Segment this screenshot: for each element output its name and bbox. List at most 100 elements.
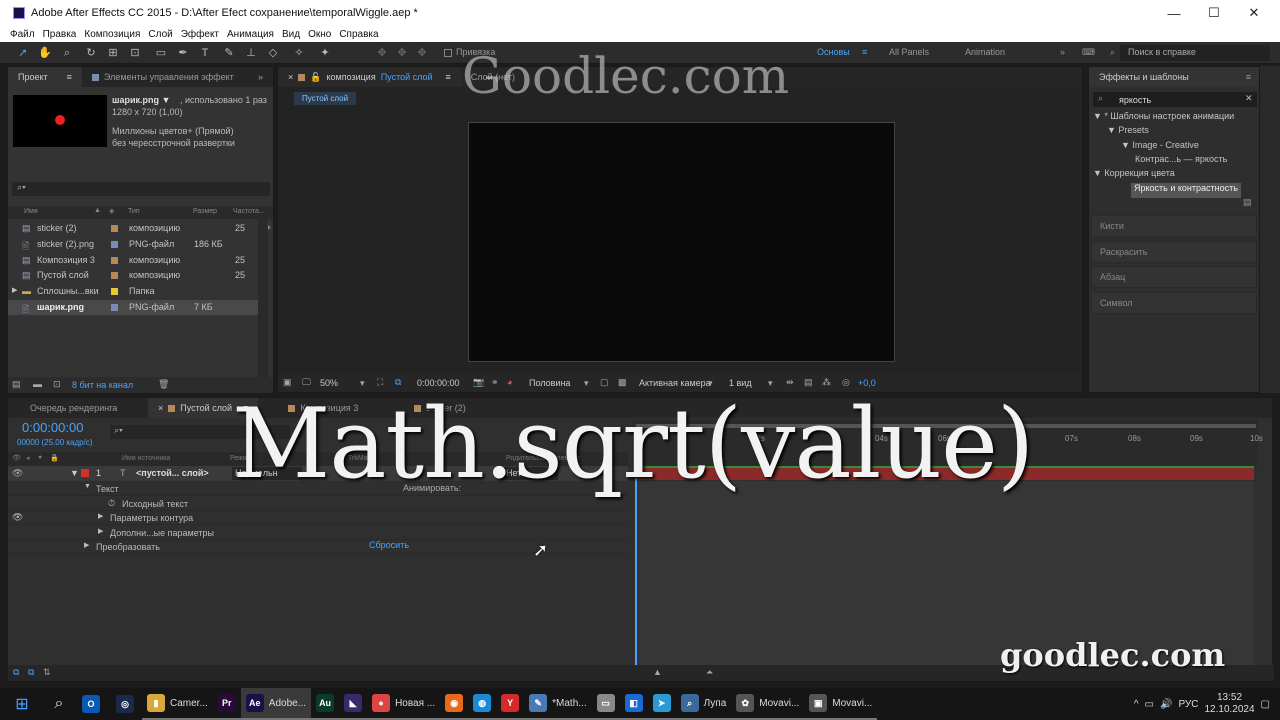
- puppet-tool-icon[interactable]: ✦: [318, 46, 332, 60]
- toggle-switches-icon[interactable]: ⧉: [13, 667, 19, 678]
- axis-local-icon[interactable]: ✥: [375, 46, 389, 60]
- close-tab-icon[interactable]: ×: [288, 72, 293, 82]
- resolution-select[interactable]: Половина: [529, 378, 570, 388]
- tab-effect-controls[interactable]: Элементы управления эффект: [82, 67, 244, 87]
- interpret-footage-icon[interactable]: ▤: [12, 379, 21, 390]
- project-row[interactable]: 🖹 шарик.png PNG-файл 7 КБ: [8, 300, 258, 315]
- clone-tool-icon[interactable]: ⊥: [244, 46, 258, 60]
- taskbar-app[interactable]: Au: [311, 688, 340, 720]
- label-color[interactable]: [111, 288, 118, 296]
- label-color[interactable]: [111, 240, 118, 248]
- taskbar-app[interactable]: ▣ Movavi...: [804, 688, 878, 720]
- col-size[interactable]: Размер: [193, 208, 217, 215]
- workspace-overflow-icon[interactable]: »: [1060, 47, 1065, 57]
- effects-tree-item[interactable]: ▼ Image - Creative: [1121, 140, 1199, 155]
- col-source-name[interactable]: Имя источника: [122, 455, 170, 462]
- snap-checkbox[interactable]: [444, 49, 452, 57]
- menu-animation[interactable]: Анимация: [227, 29, 274, 40]
- project-row[interactable]: ▤ sticker (2) композицию 25: [8, 221, 258, 236]
- collapsed-panel[interactable]: Символ: [1091, 291, 1257, 314]
- tab-effects-presets[interactable]: Эффекты и шаблоны: [1089, 67, 1199, 87]
- bit-depth-label[interactable]: 8 бит на канал: [72, 380, 133, 390]
- effects-tree-item[interactable]: ▼ * Шаблоны настроек анимации: [1093, 111, 1234, 126]
- views-select[interactable]: 1 вид: [729, 378, 752, 388]
- steam-icon[interactable]: ◎: [108, 688, 142, 720]
- outlook-icon[interactable]: O: [74, 688, 108, 720]
- audio-col-icon[interactable]: ◂: [26, 454, 30, 462]
- layer-label-color[interactable]: [81, 469, 89, 477]
- project-row[interactable]: 🖹 sticker (2).png PNG-файл 186 КБ: [8, 237, 258, 252]
- tray-expand-icon[interactable]: ^: [1134, 699, 1139, 710]
- video-col-icon[interactable]: 👁: [12, 454, 21, 462]
- new-comp-icon[interactable]: ⊡: [53, 379, 61, 390]
- col-type[interactable]: Тип: [128, 208, 140, 215]
- taskbar-app[interactable]: ◣: [339, 688, 368, 720]
- taskbar-app[interactable]: ✎ *Math...: [524, 688, 592, 720]
- panel-menu-icon[interactable]: ≡: [67, 72, 72, 82]
- tab-project[interactable]: Проект ≡: [8, 67, 82, 87]
- menu-composition[interactable]: Композиция: [84, 29, 140, 40]
- layer-property-row[interactable]: ▶ Дополни...ые параметры: [8, 526, 628, 540]
- tab-composition[interactable]: × 🔓 композиция Пустой слой ≡: [278, 67, 461, 87]
- new-folder-icon[interactable]: ▬: [33, 379, 42, 389]
- property-visibility-icon[interactable]: 👁: [12, 512, 23, 523]
- sort-icon[interactable]: ▲: [94, 207, 101, 214]
- expand-arrow-icon[interactable]: ▶: [12, 286, 17, 294]
- transparency-grid-icon[interactable]: ▩: [618, 377, 627, 388]
- start-button-icon[interactable]: ⊞: [0, 688, 44, 720]
- exposure-value[interactable]: +0,0: [858, 378, 876, 388]
- comp-time[interactable]: 0:00:00:00: [417, 378, 460, 388]
- comp-viewer-canvas[interactable]: [468, 122, 895, 362]
- collapsed-panel[interactable]: Раскрасить: [1091, 240, 1257, 263]
- project-search-input[interactable]: ⌕▾: [12, 182, 270, 196]
- reset-exposure-icon[interactable]: ◎: [842, 377, 850, 388]
- network-icon[interactable]: ▭: [1145, 699, 1154, 710]
- workspace-essentials[interactable]: Основы: [817, 47, 850, 57]
- twirl-icon[interactable]: ▶: [84, 541, 89, 549]
- collapsed-panel[interactable]: Абзац: [1091, 266, 1257, 288]
- search-icon[interactable]: ⌕: [44, 688, 74, 720]
- menu-view[interactable]: Вид: [282, 29, 300, 40]
- taskbar-app[interactable]: Ae Adobe...: [240, 688, 312, 720]
- toggle-modes-icon[interactable]: ⧉: [28, 667, 34, 678]
- eraser-tool-icon[interactable]: ◇: [266, 46, 280, 60]
- rectangle-tool-icon[interactable]: ▭: [154, 46, 168, 60]
- always-preview-icon[interactable]: ▣: [283, 377, 292, 388]
- color-channel-icon[interactable]: ◕: [507, 377, 512, 387]
- fit-icon[interactable]: ⛶: [377, 377, 383, 388]
- project-row[interactable]: ▶ ▬ Сплошны...вки Папка: [8, 284, 258, 299]
- taskbar-app[interactable]: Y: [496, 688, 525, 720]
- menu-edit[interactable]: Правка: [43, 29, 77, 40]
- monitor-icon[interactable]: 🖵: [302, 377, 311, 388]
- layer-twirl-icon[interactable]: ▼: [70, 468, 79, 478]
- show-snapshot-icon[interactable]: ⚭: [491, 377, 499, 388]
- label-color[interactable]: [111, 256, 118, 264]
- project-row[interactable]: ▤ Композиция 3 композицию 25: [8, 253, 258, 268]
- selection-tool-icon[interactable]: ➚: [16, 46, 30, 60]
- timeline-icon[interactable]: ▤: [804, 377, 813, 388]
- layer-property-row[interactable]: 👁 ▶ Параметры контура: [8, 511, 628, 525]
- comp-menu-icon[interactable]: ≡: [446, 72, 451, 82]
- panel-overflow-icon[interactable]: »: [248, 67, 273, 87]
- col-name[interactable]: Имя: [24, 208, 38, 215]
- zoom-tool-icon[interactable]: ⌕: [60, 46, 74, 60]
- twirl-icon[interactable]: ▶: [98, 512, 103, 520]
- menu-window[interactable]: Окно: [308, 29, 331, 40]
- item-name[interactable]: шарик.png ▼: [112, 95, 170, 105]
- effects-menu-icon[interactable]: ≡: [1246, 72, 1251, 82]
- roto-brush-tool-icon[interactable]: ✧: [292, 46, 306, 60]
- effects-tree-item[interactable]: Контрас...ь — яркость: [1135, 154, 1227, 169]
- type-tool-icon[interactable]: T: [198, 46, 212, 60]
- camera-tool-icon[interactable]: ⊞: [106, 46, 120, 60]
- new-preset-icon[interactable]: ▤: [1243, 197, 1252, 208]
- lock-col-icon[interactable]: 🔒: [50, 454, 59, 462]
- workspace-animation[interactable]: Animation: [965, 47, 1005, 57]
- menu-file[interactable]: Файл: [10, 29, 35, 40]
- camera-select[interactable]: Активная камера: [639, 378, 711, 388]
- region-icon[interactable]: ⧉: [395, 377, 401, 388]
- taskbar-app[interactable]: ✿ Movavi...: [731, 688, 805, 720]
- help-search-input[interactable]: Поиск в справке: [1120, 45, 1270, 61]
- pen-tool-icon[interactable]: ✒: [176, 46, 190, 60]
- taskbar-app[interactable]: Pr: [212, 688, 241, 720]
- project-scrollbar[interactable]: [258, 217, 268, 377]
